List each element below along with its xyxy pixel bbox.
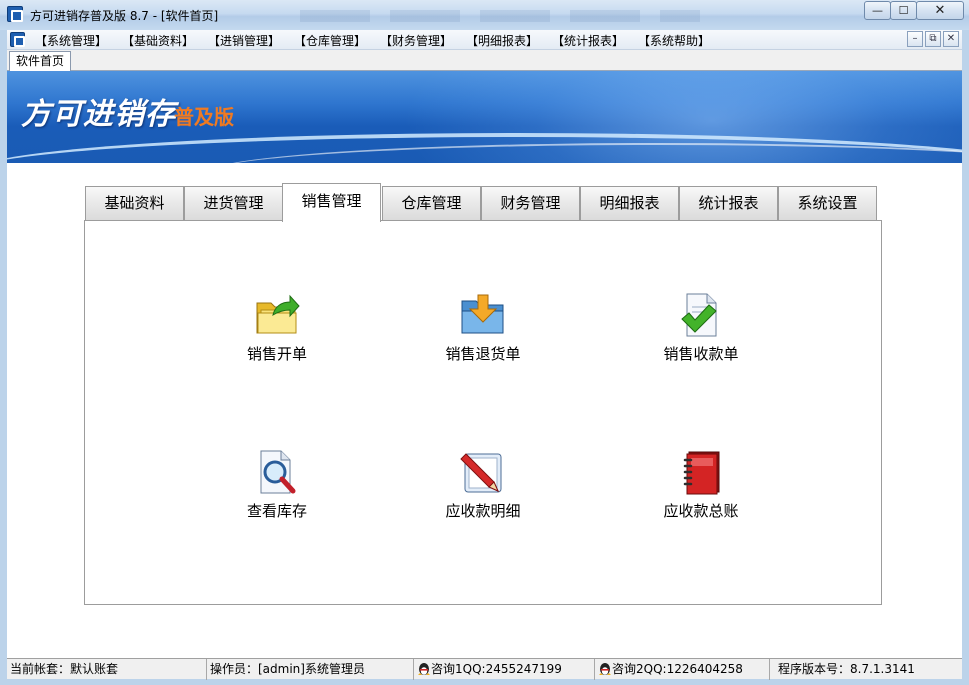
banner-subtitle: 普及版 <box>174 105 234 129</box>
sales-return-shortcut[interactable]: 销售退货单 <box>413 291 553 364</box>
minimize-button[interactable]: — <box>864 1 891 20</box>
sales-receipt-label: 销售收款单 <box>663 345 739 363</box>
tab-purchase[interactable]: 进货管理 <box>184 186 283 221</box>
sales-return-label: 销售退货单 <box>445 345 521 363</box>
header-banner: 方可进销存 普及版 <box>7 71 962 163</box>
mdi-system-icon[interactable] <box>10 32 25 47</box>
folder-import-icon <box>461 294 504 334</box>
menu-warehouse[interactable]: 【仓库管理】 <box>294 32 366 49</box>
view-inventory-label: 查看库存 <box>246 502 307 520</box>
receivable-ledger-label: 应收款总账 <box>663 502 739 520</box>
document-tab-strip: 软件首页 <box>7 50 962 71</box>
qq-penguin-icon <box>418 663 430 675</box>
menu-system-help[interactable]: 【系统帮助】 <box>638 32 710 49</box>
window-title-bar[interactable]: 方可进销存普及版 8.7 - [软件首页] — ☐ ✕ <box>0 0 969 30</box>
home-page: 方可进销存 普及版 基础资料 进货管理 销售管理 仓库管理 财务管理 明细报表 … <box>7 71 962 658</box>
document-search-icon <box>260 450 296 494</box>
menu-statistics-reports[interactable]: 【统计报表】 <box>552 32 624 49</box>
mdi-close-button[interactable]: ✕ <box>943 31 959 47</box>
status-account: 当前帐套：默认账套 <box>7 659 207 680</box>
minimize-icon: — <box>872 4 883 17</box>
document-check-icon <box>681 293 717 337</box>
pencil-edit-icon <box>460 453 502 493</box>
title-bar-background-tabs <box>300 10 700 22</box>
banner-title: 方可进销存 <box>21 97 176 132</box>
doc-tab-home[interactable]: 软件首页 <box>9 51 72 71</box>
status-operator: 操作员：[admin]系统管理员 <box>207 659 414 680</box>
tab-detail-reports[interactable]: 明细报表 <box>580 186 679 221</box>
tab-finance[interactable]: 财务管理 <box>481 186 580 221</box>
close-button[interactable]: ✕ <box>916 1 964 20</box>
close-icon: ✕ <box>934 3 946 18</box>
app-logo-icon <box>7 6 23 22</box>
sales-receipt-shortcut[interactable]: 销售收款单 <box>631 291 771 364</box>
tab-statistics-reports[interactable]: 统计报表 <box>679 186 778 221</box>
status-qq1[interactable]: 咨询1QQ:2455247199 <box>414 659 595 680</box>
tab-sales[interactable]: 销售管理 <box>282 183 381 222</box>
ledger-book-icon <box>683 451 720 495</box>
window-title: 方可进销存普及版 8.7 - [软件首页] <box>30 9 219 23</box>
status-version: 程序版本号：8.7.1.3141 <box>778 662 915 676</box>
tab-system-settings[interactable]: 系统设置 <box>778 186 877 221</box>
menu-purchase-sales[interactable]: 【进销管理】 <box>208 32 280 49</box>
folder-export-icon <box>256 294 300 334</box>
status-qq1-text: 咨询1QQ:2455247199 <box>431 662 562 676</box>
tab-basic-data[interactable]: 基础资料 <box>85 186 184 221</box>
status-bar: 当前帐套：默认账套 操作员：[admin]系统管理员 咨询1QQ:2455247… <box>7 658 962 680</box>
menu-system-management[interactable]: 【系统管理】 <box>35 32 107 49</box>
receivable-details-shortcut[interactable]: 应收款明细 <box>413 448 553 521</box>
menu-basic-data[interactable]: 【基础资料】 <box>122 32 194 49</box>
receivable-details-label: 应收款明细 <box>445 502 521 520</box>
menu-finance[interactable]: 【财务管理】 <box>380 32 452 49</box>
menu-bar: 【系统管理】 【基础资料】 【进销管理】 【仓库管理】 【财务管理】 【明细报表… <box>7 30 962 50</box>
receivable-ledger-shortcut[interactable]: 应收款总账 <box>631 448 771 521</box>
maximize-icon: ☐ <box>898 4 909 17</box>
status-qq2[interactable]: 咨询2QQ:1226404258 <box>595 659 770 680</box>
view-inventory-shortcut[interactable]: 查看库存 <box>207 448 347 521</box>
mdi-restore-button[interactable]: ⧉ <box>925 31 941 47</box>
sales-order-label: 销售开单 <box>246 345 307 363</box>
qq-penguin-icon <box>599 663 611 675</box>
tab-warehouse[interactable]: 仓库管理 <box>382 186 481 221</box>
sales-order-shortcut[interactable]: 销售开单 <box>207 291 347 364</box>
menu-detail-reports[interactable]: 【明细报表】 <box>466 32 538 49</box>
sales-panel: 销售开单 销售退货单 销售收款单 查看库存 应收款明细 应收款总账 <box>84 220 882 605</box>
status-qq2-text: 咨询2QQ:1226404258 <box>612 662 743 676</box>
mdi-minimize-button[interactable]: – <box>907 31 923 47</box>
maximize-button[interactable]: ☐ <box>890 1 917 20</box>
